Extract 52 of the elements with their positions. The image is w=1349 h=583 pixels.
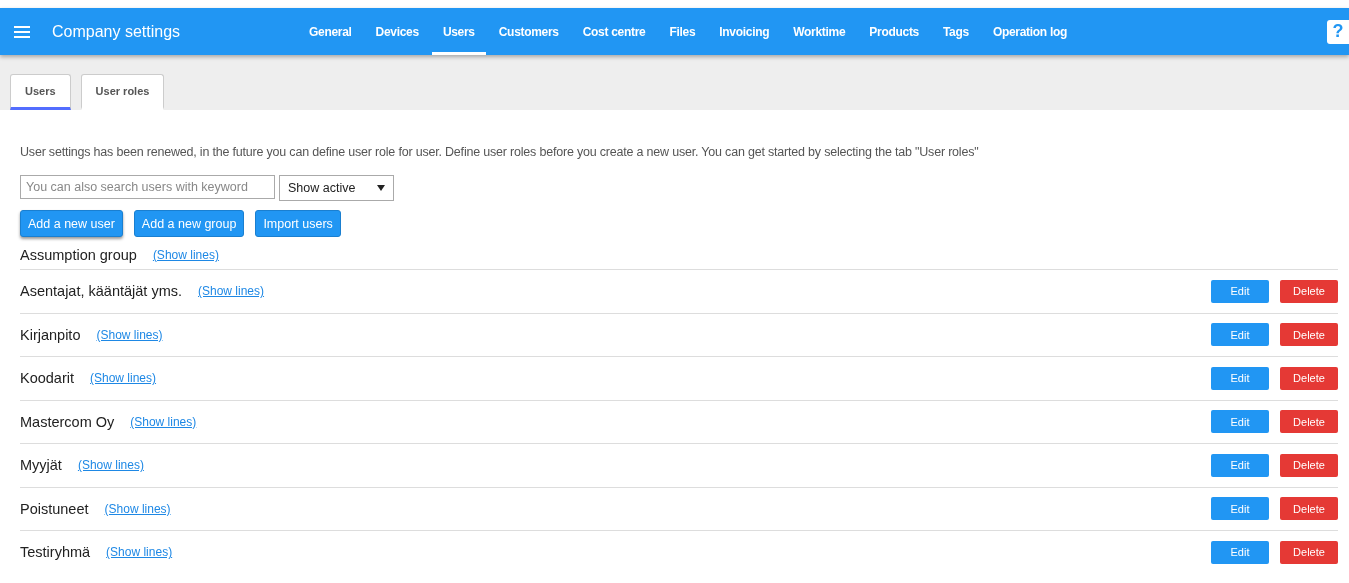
show-lines-link[interactable]: (Show lines) [104,501,171,516]
help-button[interactable]: ? [1327,19,1349,44]
sub-tab[interactable]: Users [10,74,71,110]
edit-button[interactable]: Edit [1211,410,1269,434]
group-name: Asentajat, kääntäjät yms. [20,283,182,300]
nav-tab[interactable]: Worktime [782,8,857,55]
nav-tab[interactable]: Operation log [981,8,1078,55]
status-dropdown[interactable]: Show active [279,175,394,201]
edit-button[interactable]: Edit [1211,323,1269,347]
show-lines-link[interactable]: (Show lines) [77,458,144,473]
nav-tab[interactable]: Invoicing [708,8,781,55]
group-name: Testiryhmä [20,544,91,561]
search-field[interactable]: You can also search users with keyword [20,175,275,199]
show-lines-link[interactable]: (Show lines) [130,414,197,429]
delete-button[interactable]: Delete [1280,323,1338,347]
group-name: Koodarit [20,370,74,387]
edit-button[interactable]: Edit [1211,497,1269,521]
delete-button[interactable]: Delete [1280,366,1338,390]
show-lines-link[interactable]: (Show lines) [90,371,157,386]
show-lines-link[interactable]: (Show lines) [106,545,173,560]
menu-icon[interactable] [14,25,30,38]
nav-tab[interactable]: Files [658,8,707,55]
show-lines-link[interactable]: (Show lines) [198,284,265,299]
nav-tab[interactable]: Customers [487,8,570,55]
nav-tab[interactable]: Products [858,8,930,55]
delete-button[interactable]: Delete [1280,497,1338,521]
action-button[interactable]: Import users [255,210,341,237]
page-title: Company settings [52,22,182,41]
nav-tab[interactable]: General [298,8,363,55]
caret-icon [377,185,385,191]
nav-tab[interactable]: Tags [931,8,980,55]
edit-button[interactable]: Edit [1211,366,1269,390]
group-name: Assumption group [20,247,137,263]
sub-tab[interactable]: User roles [80,74,165,110]
notice-text: User settings has been renewed, in the future you can define user role for user. Define user roles before you create a new user. You can get started by selecting the tab "User roles" [20,145,980,159]
delete-button[interactable]: Delete [1280,453,1338,477]
edit-button[interactable]: Edit [1211,279,1269,303]
delete-button[interactable]: Delete [1280,279,1338,303]
show-lines-link[interactable]: (Show lines) [152,248,219,262]
action-button[interactable]: Add a new group [133,210,245,237]
nav-tab[interactable]: Cost centre [571,8,657,55]
group-name: Kirjanpito [20,326,81,343]
edit-button[interactable]: Edit [1211,540,1269,564]
group-name: Poistuneet [20,500,89,517]
action-button[interactable]: Add a new user [20,210,123,237]
show-lines-link[interactable]: (Show lines) [96,327,163,342]
delete-button[interactable]: Delete [1280,410,1338,434]
edit-button[interactable]: Edit [1211,453,1269,477]
group-name: Myyjät [20,457,62,474]
nav-tab[interactable]: Devices [364,8,430,55]
delete-button[interactable]: Delete [1280,540,1338,564]
group-name: Mastercom Oy [20,413,115,430]
